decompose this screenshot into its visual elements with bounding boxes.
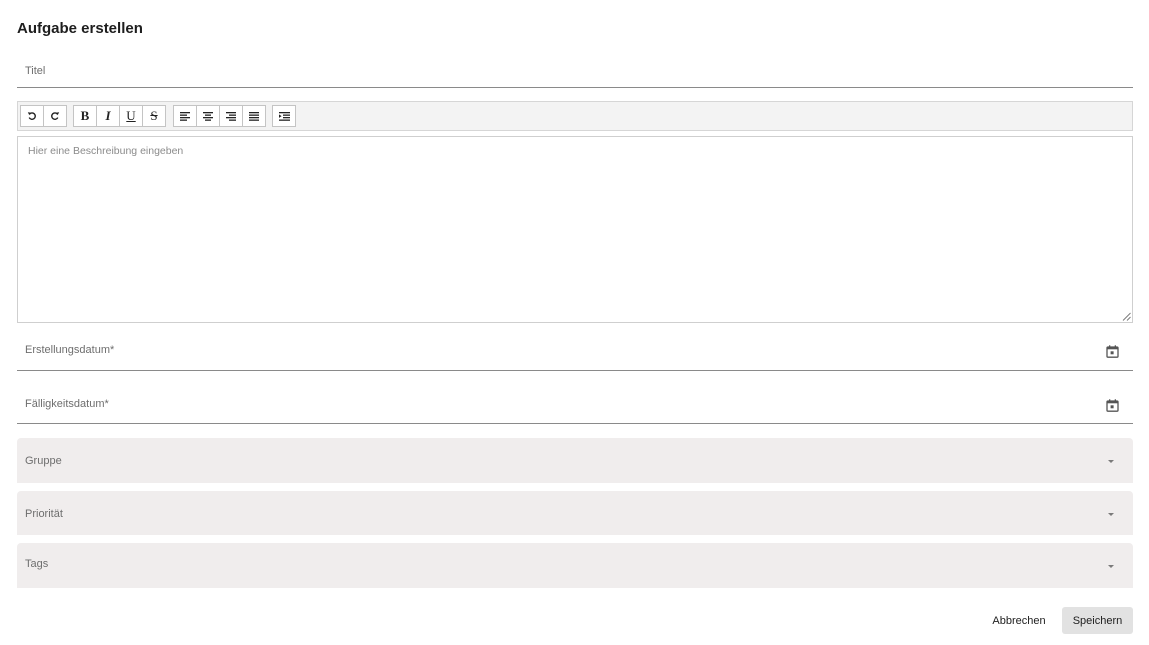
creation-date-field[interactable]: Erstellungsdatum* xyxy=(17,333,1133,371)
align-right-icon xyxy=(226,111,236,121)
description-editor[interactable]: Hier eine Beschreibung eingeben xyxy=(17,136,1133,323)
dropdown-arrow-icon xyxy=(1108,513,1114,516)
priority-select-label: Priorität xyxy=(25,508,63,520)
format-group: B I U S xyxy=(73,105,166,127)
strikethrough-button[interactable]: S xyxy=(142,105,166,127)
align-left-icon xyxy=(180,111,190,121)
align-justify-button[interactable] xyxy=(242,105,266,127)
priority-select[interactable]: Priorität xyxy=(17,491,1133,535)
dropdown-arrow-icon xyxy=(1108,460,1114,463)
group-select-label: Gruppe xyxy=(25,455,62,467)
title-field[interactable]: Titel xyxy=(17,56,1133,88)
align-left-button[interactable] xyxy=(173,105,197,127)
title-field-label: Titel xyxy=(25,65,46,77)
indent-icon xyxy=(278,111,290,121)
redo-button[interactable] xyxy=(43,105,67,127)
dialog-title: Aufgabe erstellen xyxy=(17,20,143,37)
undo-button[interactable] xyxy=(20,105,44,127)
calendar-icon[interactable] xyxy=(1106,399,1119,412)
group-select[interactable]: Gruppe xyxy=(17,438,1133,483)
align-group xyxy=(173,105,266,127)
indent-button[interactable] xyxy=(272,105,296,127)
align-center-button[interactable] xyxy=(196,105,220,127)
underline-button[interactable]: U xyxy=(119,105,143,127)
calendar-icon[interactable] xyxy=(1106,345,1119,358)
dropdown-arrow-icon xyxy=(1108,565,1114,568)
align-center-icon xyxy=(203,111,213,121)
editor-toolbar: B I U S xyxy=(17,101,1133,131)
undo-icon xyxy=(27,112,36,120)
align-right-button[interactable] xyxy=(219,105,243,127)
creation-date-label: Erstellungsdatum* xyxy=(25,344,115,356)
cancel-button[interactable]: Abbrechen xyxy=(988,607,1050,634)
history-group xyxy=(20,105,67,127)
align-justify-icon xyxy=(249,111,259,121)
italic-button[interactable]: I xyxy=(96,105,120,127)
resize-handle-icon[interactable] xyxy=(1122,312,1131,321)
tags-select[interactable]: Tags xyxy=(17,543,1133,588)
redo-icon xyxy=(51,112,60,120)
description-placeholder: Hier eine Beschreibung eingeben xyxy=(28,145,184,157)
indent-group xyxy=(272,105,296,127)
due-date-field[interactable]: Fälligkeitsdatum* xyxy=(17,387,1133,424)
bold-button[interactable]: B xyxy=(73,105,97,127)
tags-select-label: Tags xyxy=(25,558,49,570)
due-date-label: Fälligkeitsdatum* xyxy=(25,398,109,410)
save-button[interactable]: Speichern xyxy=(1062,607,1133,634)
